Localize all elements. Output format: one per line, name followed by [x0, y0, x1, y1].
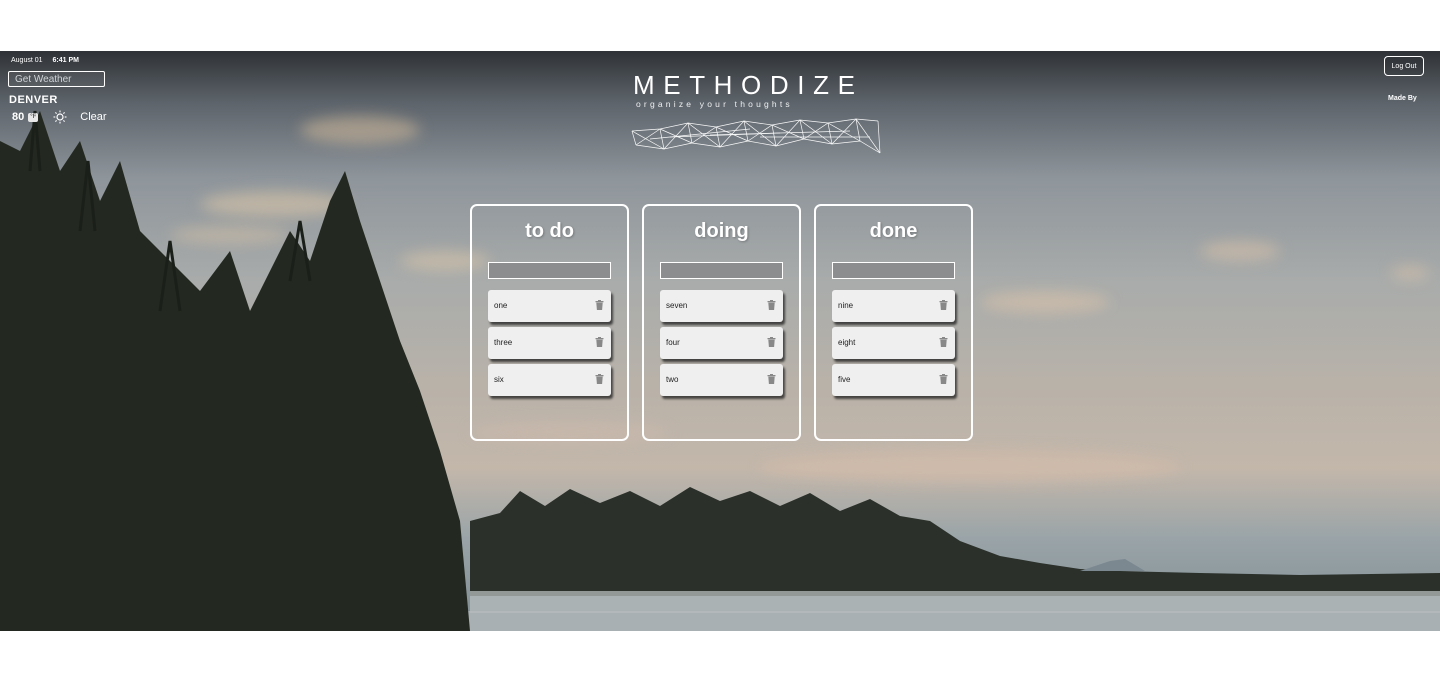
date-time: August 01 6:41 PM: [11, 57, 79, 64]
get-weather-input[interactable]: [8, 71, 105, 87]
app-background: August 01 6:41 PM DENVER 80 °F Clear MET…: [0, 51, 1440, 631]
task-card[interactable]: eight: [832, 327, 955, 359]
city-name: DENVER: [9, 94, 58, 106]
trash-icon[interactable]: [939, 374, 948, 384]
trash-icon[interactable]: [939, 337, 948, 347]
task-label: two: [666, 375, 679, 384]
weather-condition: Clear: [80, 111, 107, 123]
column-title: doing: [694, 220, 749, 242]
task-label: five: [838, 375, 851, 384]
column-to-do: to do one three six: [470, 204, 629, 441]
task-label: eight: [838, 338, 856, 347]
weather-row: 80 °F Clear: [12, 110, 107, 124]
task-label: six: [494, 375, 504, 384]
made-by-link[interactable]: Made By: [1388, 95, 1417, 102]
time-label: 6:41 PM: [52, 57, 79, 64]
trash-icon[interactable]: [595, 300, 604, 310]
task-card[interactable]: six: [488, 364, 611, 396]
trash-icon[interactable]: [767, 337, 776, 347]
task-label: seven: [666, 301, 688, 310]
task-card[interactable]: nine: [832, 290, 955, 322]
brand-tagline: organize your thoughts: [636, 99, 793, 109]
new-item-input[interactable]: [488, 262, 611, 279]
task-card[interactable]: seven: [660, 290, 783, 322]
brand-title: METHODIZE: [633, 70, 864, 100]
task-card[interactable]: one: [488, 290, 611, 322]
task-label: nine: [838, 301, 854, 310]
trash-icon[interactable]: [767, 300, 776, 310]
column-title: to do: [525, 220, 574, 242]
trash-icon[interactable]: [767, 374, 776, 384]
task-card[interactable]: three: [488, 327, 611, 359]
trash-icon[interactable]: [939, 300, 948, 310]
task-card[interactable]: two: [660, 364, 783, 396]
task-card[interactable]: five: [832, 364, 955, 396]
sun-icon: [52, 110, 68, 124]
column-done: done nine eight five: [814, 204, 973, 441]
task-label: three: [494, 338, 513, 347]
logout-button[interactable]: Log Out: [1384, 56, 1424, 76]
new-item-input[interactable]: [660, 262, 783, 279]
new-item-input[interactable]: [832, 262, 955, 279]
unit-badge[interactable]: °F: [28, 112, 39, 122]
trash-icon[interactable]: [595, 374, 604, 384]
date-label: August 01: [11, 57, 43, 64]
column-doing: doing seven four two: [642, 204, 801, 441]
task-card[interactable]: four: [660, 327, 783, 359]
brand-mesh-logo: [631, 118, 881, 154]
column-title: done: [869, 220, 918, 242]
trash-icon[interactable]: [595, 337, 604, 347]
task-label: one: [494, 301, 508, 310]
task-label: four: [666, 338, 680, 347]
temperature: 80: [12, 111, 25, 123]
